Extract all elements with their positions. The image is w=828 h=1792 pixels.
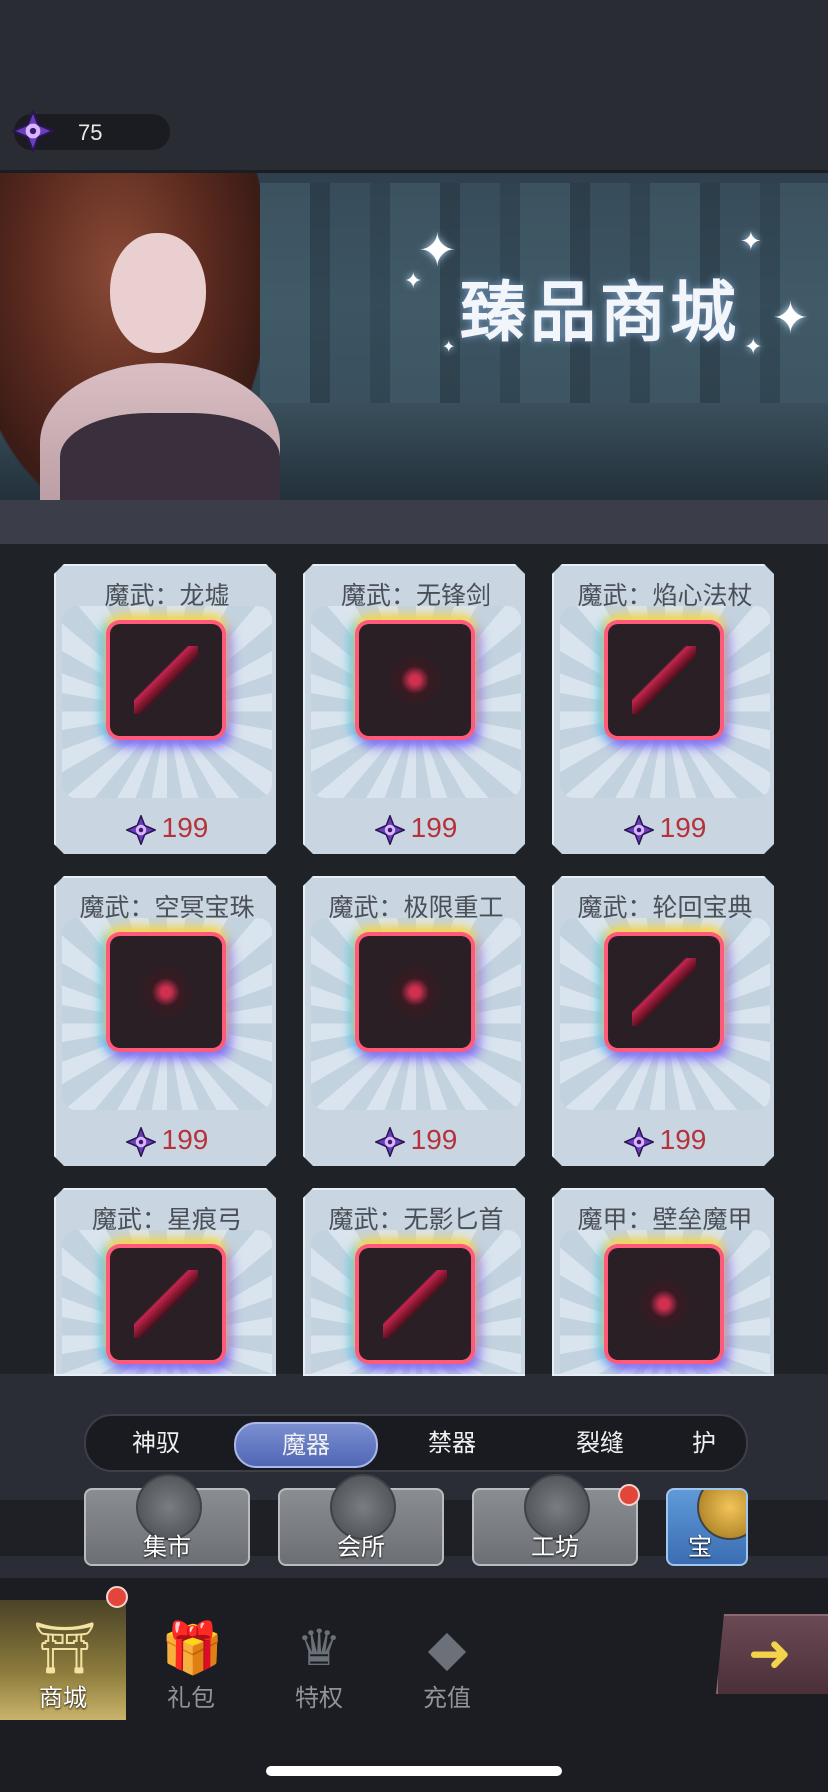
diamond-icon: ◆ bbox=[427, 1619, 467, 1677]
arrow-right-icon: ➜ bbox=[748, 1624, 792, 1684]
item-price: 199 bbox=[56, 812, 276, 845]
tab-hu[interactable]: 护 bbox=[666, 1422, 742, 1464]
item-price: 199 bbox=[56, 1124, 276, 1157]
nav-privilege-label: 特权 bbox=[295, 1684, 343, 1712]
nav-gift[interactable]: 🎁 礼包 bbox=[128, 1600, 254, 1720]
nav-recharge[interactable]: ◆ 充值 bbox=[384, 1600, 510, 1720]
sparkle-icon: ✦ bbox=[404, 269, 423, 294]
shop-item-card[interactable]: 魔武：轮回宝典 199 bbox=[552, 876, 774, 1166]
dagger-icon bbox=[383, 1270, 447, 1338]
category-tabs: 神驭 魔器 禁器 裂缝 护 bbox=[84, 1414, 748, 1472]
purple-gem-icon bbox=[374, 1126, 405, 1157]
axe-icon bbox=[383, 958, 447, 1026]
club-label: 会所 bbox=[337, 1533, 385, 1561]
sword-icon bbox=[134, 646, 198, 714]
home-indicator[interactable] bbox=[266, 1766, 562, 1776]
purple-gem-icon bbox=[623, 814, 654, 845]
shop-item-card[interactable]: 魔武：龙墟 199 bbox=[54, 564, 276, 854]
nav-recharge-label: 充值 bbox=[423, 1684, 471, 1712]
sparkle-icon: ✦ bbox=[744, 335, 763, 360]
armor-icon bbox=[632, 1270, 696, 1338]
banner-title: 臻品商城 bbox=[460, 274, 740, 351]
item-name: 魔武：空冥宝珠 bbox=[79, 893, 255, 922]
shop-banner: ✦ ✦ ✦ ✦ ✦ ✦ 臻品商城 bbox=[0, 170, 828, 503]
item-frame bbox=[110, 936, 222, 1048]
tab-liefeng[interactable]: 裂缝 bbox=[530, 1422, 670, 1464]
character-dress bbox=[60, 413, 280, 503]
item-name: 魔武：轮回宝典 bbox=[577, 893, 753, 922]
tab-moqi[interactable]: 魔器 bbox=[234, 1422, 378, 1468]
purple-gem-icon bbox=[12, 110, 54, 152]
nav-privilege[interactable]: ♛ 特权 bbox=[256, 1600, 382, 1720]
staff-icon bbox=[632, 646, 696, 714]
item-price: 199 bbox=[305, 1124, 525, 1157]
crown-icon: ♛ bbox=[296, 1619, 342, 1677]
next-arrow-button[interactable]: ➜ bbox=[716, 1614, 828, 1694]
item-name: 魔武：龙墟 bbox=[104, 581, 230, 610]
item-price: 199 bbox=[554, 1124, 774, 1157]
purple-gem-icon bbox=[374, 814, 405, 845]
shop-item-card[interactable]: 魔武：焰心法杖 199 bbox=[552, 564, 774, 854]
item-name: 魔武：焰心法杖 bbox=[577, 581, 753, 610]
sparkle-icon: ✦ bbox=[418, 223, 457, 277]
item-name: 魔武：无锋剑 bbox=[340, 581, 491, 610]
item-frame bbox=[110, 624, 222, 736]
item-price: 199 bbox=[554, 812, 774, 845]
sparkle-icon: ✦ bbox=[772, 293, 809, 344]
sword-icon bbox=[383, 646, 447, 714]
item-name: 魔武：星痕弓 bbox=[91, 1205, 242, 1234]
nav-shop[interactable]: ⛩ 商城 bbox=[0, 1600, 126, 1720]
tab-shenyu[interactable]: 神驭 bbox=[86, 1422, 226, 1464]
club-button[interactable]: 会所 bbox=[278, 1474, 444, 1566]
workshop-label: 工坊 bbox=[531, 1533, 579, 1561]
workshop-button[interactable]: 工坊 bbox=[472, 1474, 638, 1566]
sparkle-icon: ✦ bbox=[442, 337, 456, 356]
divider-strip bbox=[0, 500, 828, 544]
shop-gate-icon: ⛩ bbox=[33, 1619, 97, 1677]
notification-badge bbox=[618, 1484, 640, 1506]
market-button[interactable]: 集市 bbox=[84, 1474, 250, 1566]
character-face bbox=[110, 233, 206, 353]
purple-gem-icon bbox=[125, 814, 156, 845]
shop-item-card[interactable]: 魔武：星痕弓 bbox=[54, 1188, 276, 1376]
book-icon bbox=[632, 958, 696, 1026]
shop-item-card[interactable]: 魔武：无影匕首 bbox=[303, 1188, 525, 1376]
item-name: 魔武：无影匕首 bbox=[328, 1205, 504, 1234]
item-frame bbox=[608, 936, 720, 1048]
item-name: 魔甲：壁垒魔甲 bbox=[577, 1205, 753, 1234]
shop-item-card[interactable]: 魔武：空冥宝珠 199 bbox=[54, 876, 276, 1166]
purple-gem-icon bbox=[125, 1126, 156, 1157]
item-price: 199 bbox=[305, 812, 525, 845]
price-value: 199 bbox=[410, 1124, 458, 1155]
item-frame bbox=[608, 624, 720, 736]
orb-icon bbox=[134, 958, 198, 1026]
shop-item-card[interactable]: 魔甲：壁垒魔甲 bbox=[552, 1188, 774, 1376]
sparkle-icon: ✦ bbox=[740, 227, 762, 257]
item-frame bbox=[608, 1248, 720, 1360]
price-value: 199 bbox=[659, 812, 707, 843]
item-frame bbox=[359, 624, 471, 736]
purple-gem-icon bbox=[623, 1126, 654, 1157]
currency-value: 75 bbox=[78, 120, 103, 145]
nav-shop-label: 商城 bbox=[39, 1684, 87, 1712]
item-name: 魔武：极限重工 bbox=[328, 893, 504, 922]
shop-item-card[interactable]: 魔武：无锋剑 199 bbox=[303, 564, 525, 854]
price-value: 199 bbox=[659, 1124, 707, 1155]
market-label: 集市 bbox=[143, 1533, 191, 1561]
price-value: 199 bbox=[161, 812, 209, 843]
item-frame bbox=[359, 1248, 471, 1360]
nav-gift-label: 礼包 bbox=[167, 1684, 215, 1712]
item-frame bbox=[359, 936, 471, 1048]
treasure-button[interactable]: 宝 bbox=[666, 1488, 748, 1566]
item-frame bbox=[110, 1248, 222, 1360]
shop-item-card[interactable]: 魔武：极限重工 199 bbox=[303, 876, 525, 1166]
price-value: 199 bbox=[161, 1124, 209, 1155]
bow-icon bbox=[134, 1270, 198, 1338]
price-value: 199 bbox=[410, 812, 458, 843]
treasure-label: 宝 bbox=[688, 1533, 712, 1561]
gift-box-icon: 🎁 bbox=[161, 1619, 224, 1677]
tab-jinqi[interactable]: 禁器 bbox=[382, 1422, 522, 1464]
notification-badge bbox=[106, 1586, 128, 1608]
